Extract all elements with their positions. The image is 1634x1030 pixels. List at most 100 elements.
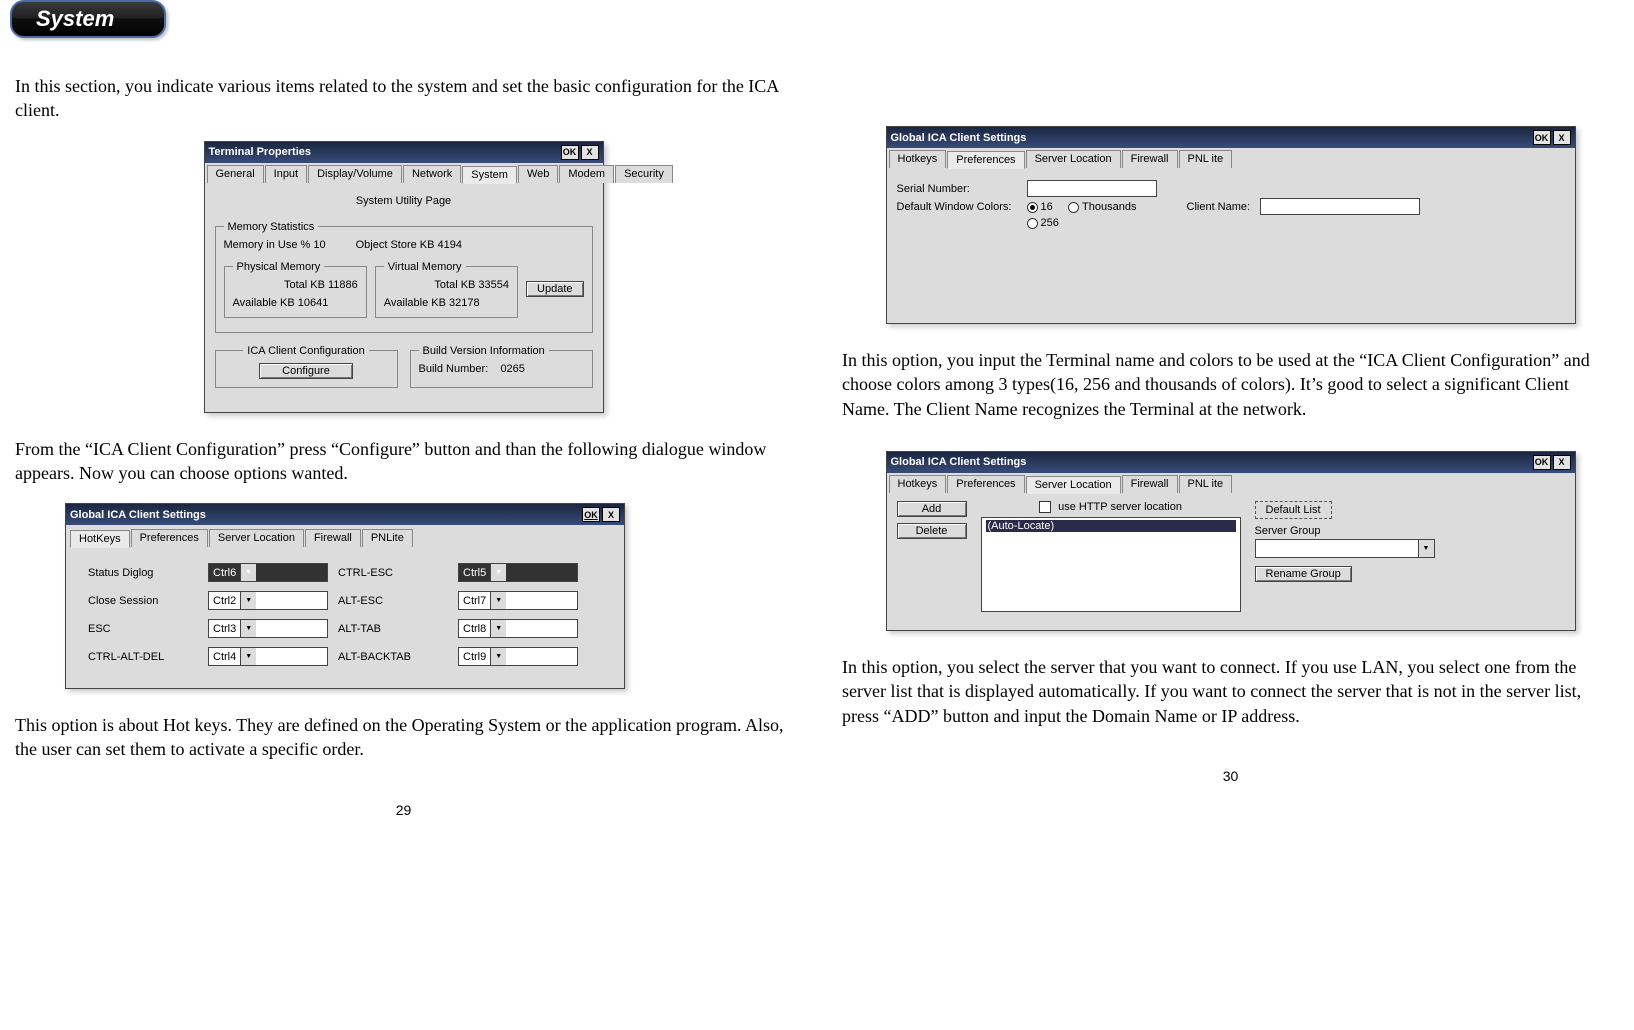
- chevron-down-icon: ▼: [490, 648, 506, 665]
- ok-button[interactable]: OK: [561, 145, 579, 160]
- hk-label: ESC: [88, 623, 198, 635]
- tab-server-location[interactable]: Server Location: [1026, 476, 1121, 494]
- tab-preferences[interactable]: Preferences: [947, 475, 1024, 493]
- ok-button[interactable]: OK: [1533, 455, 1551, 470]
- tab-network[interactable]: Network: [403, 165, 461, 183]
- hk-label: CTRL-ALT-DEL: [88, 651, 198, 663]
- configure-button[interactable]: Configure: [259, 363, 353, 379]
- page-number-left: 29: [15, 802, 792, 818]
- hk-dropdown[interactable]: Ctrl9▼: [458, 647, 578, 666]
- tabs-row: Hotkeys Preferences Server Location Fire…: [887, 148, 1575, 168]
- virt-avail: Available KB 32178: [384, 297, 509, 309]
- ok-button[interactable]: OK: [582, 507, 600, 522]
- tab-firewall[interactable]: Firewall: [1122, 150, 1178, 168]
- tab-firewall[interactable]: Firewall: [1122, 475, 1178, 493]
- dropdown-value: Ctrl5: [463, 567, 486, 579]
- page-number-right: 30: [842, 768, 1619, 784]
- tab-preferences[interactable]: Preferences: [131, 529, 208, 547]
- tab-pnlite[interactable]: PNL ite: [1179, 150, 1233, 168]
- chevron-down-icon: ▼: [490, 620, 506, 637]
- ok-button[interactable]: OK: [1533, 130, 1551, 145]
- delete-button[interactable]: Delete: [897, 523, 967, 539]
- tab-hotkeys[interactable]: Hotkeys: [889, 150, 947, 168]
- legend-build-version: Build Version Information: [419, 345, 549, 357]
- ica-server-location-window: Global ICA Client Settings OK X Hotkeys …: [886, 451, 1576, 631]
- use-http-label: use HTTP server location: [1058, 501, 1182, 513]
- radio-thousands[interactable]: [1068, 202, 1079, 213]
- dropdown-value: Ctrl3: [213, 623, 236, 635]
- tab-pnlite[interactable]: PNLite: [362, 529, 413, 547]
- titlebar: Global ICA Client Settings OK X: [887, 127, 1575, 148]
- tab-server-location[interactable]: Server Location: [1026, 150, 1121, 168]
- titlebar: Global ICA Client Settings OK X: [887, 452, 1575, 473]
- server-listbox[interactable]: (Auto-Locate): [981, 517, 1241, 612]
- tab-pnlite[interactable]: PNL ite: [1179, 475, 1233, 493]
- chevron-down-icon: ▼: [240, 592, 256, 609]
- radio-thousands-label: Thousands: [1082, 201, 1136, 213]
- close-button[interactable]: X: [581, 145, 599, 160]
- tab-firewall[interactable]: Firewall: [305, 529, 361, 547]
- tab-input[interactable]: Input: [265, 165, 307, 183]
- radio-256[interactable]: [1027, 218, 1038, 229]
- client-name-input[interactable]: [1260, 198, 1420, 215]
- tab-hotkeys[interactable]: Hotkeys: [889, 475, 947, 493]
- titlebar: Terminal Properties OK X: [205, 142, 603, 163]
- tabs-row: General Input Display/Volume Network Sys…: [205, 163, 603, 183]
- hk-dropdown[interactable]: Ctrl8▼: [458, 619, 578, 638]
- hk-label: Close Session: [88, 595, 198, 607]
- tab-server-location[interactable]: Server Location: [209, 529, 304, 547]
- build-value: 0265: [500, 363, 524, 375]
- tab-system[interactable]: System: [462, 166, 517, 184]
- page-columns: In this section, you indicate various it…: [10, 66, 1624, 818]
- hk-dropdown[interactable]: Ctrl2▼: [208, 591, 328, 610]
- window-title: Global ICA Client Settings: [891, 132, 1027, 144]
- chevron-down-icon: ▼: [240, 564, 256, 581]
- colors-label: Default Window Colors:: [897, 201, 1027, 213]
- tab-hotkeys[interactable]: HotKeys: [70, 530, 130, 548]
- close-button[interactable]: X: [1553, 455, 1571, 470]
- build-label: Build Number:: [419, 363, 489, 375]
- window-body: Add Delete use HTTP server location (Aut…: [887, 493, 1575, 630]
- hk-label: ALT-BACKTAB: [338, 651, 448, 663]
- memory-statistics-group: Memory Statistics Memory in Use % 10 Obj…: [215, 221, 593, 333]
- virt-total: Total KB 33554: [384, 279, 509, 291]
- mem-in-use: Memory in Use % 10: [224, 239, 326, 251]
- default-list-button[interactable]: Default List: [1255, 501, 1332, 519]
- right-para1: In this option, you input the Terminal n…: [842, 348, 1619, 421]
- hk-dropdown[interactable]: Ctrl3 ▼: [208, 619, 328, 638]
- radio-16[interactable]: [1027, 202, 1038, 213]
- hk-label: ALT-TAB: [338, 623, 448, 635]
- update-button[interactable]: Update: [526, 281, 583, 297]
- body-title: System Utility Page: [215, 191, 593, 215]
- tab-security[interactable]: Security: [615, 165, 673, 183]
- serial-number-input[interactable]: [1027, 180, 1157, 197]
- list-item[interactable]: (Auto-Locate): [986, 520, 1236, 532]
- serial-number-label: Serial Number:: [897, 183, 1027, 195]
- phys-avail: Available KB 10641: [233, 297, 358, 309]
- hk-dropdown[interactable]: Ctrl7▼: [458, 591, 578, 610]
- tab-preferences[interactable]: Preferences: [947, 151, 1024, 169]
- chevron-down-icon: ▼: [240, 620, 256, 637]
- virtual-memory-group: Virtual Memory Total KB 33554 Available …: [375, 261, 518, 318]
- close-button[interactable]: X: [1553, 130, 1571, 145]
- hk-label: CTRL-ESC: [338, 567, 448, 579]
- hk-dropdown[interactable]: Ctrl4▼: [208, 647, 328, 666]
- hk-dropdown[interactable]: Ctrl6▼: [208, 563, 328, 582]
- rename-group-button[interactable]: Rename Group: [1255, 566, 1352, 582]
- server-group-dropdown[interactable]: ▼: [1255, 539, 1435, 558]
- window-body: Serial Number: Default Window Colors: 16…: [887, 168, 1575, 323]
- legend-physical-memory: Physical Memory: [233, 261, 325, 273]
- left-intro: In this section, you indicate various it…: [15, 74, 792, 123]
- close-button[interactable]: X: [602, 507, 620, 522]
- titlebar: Global ICA Client Settings OK X: [66, 504, 624, 525]
- tab-web[interactable]: Web: [518, 165, 558, 183]
- window-body: Status Diglog Ctrl6▼ CTRL-ESC Ctrl5▼ Clo…: [66, 547, 624, 688]
- use-http-checkbox[interactable]: [1039, 501, 1051, 513]
- tab-modem[interactable]: Modem: [559, 165, 614, 183]
- tab-general[interactable]: General: [207, 165, 264, 183]
- legend-virtual-memory: Virtual Memory: [384, 261, 466, 273]
- hk-label: ALT-ESC: [338, 595, 448, 607]
- hk-dropdown[interactable]: Ctrl5▼: [458, 563, 578, 582]
- tab-display-volume[interactable]: Display/Volume: [308, 165, 402, 183]
- add-button[interactable]: Add: [897, 501, 967, 517]
